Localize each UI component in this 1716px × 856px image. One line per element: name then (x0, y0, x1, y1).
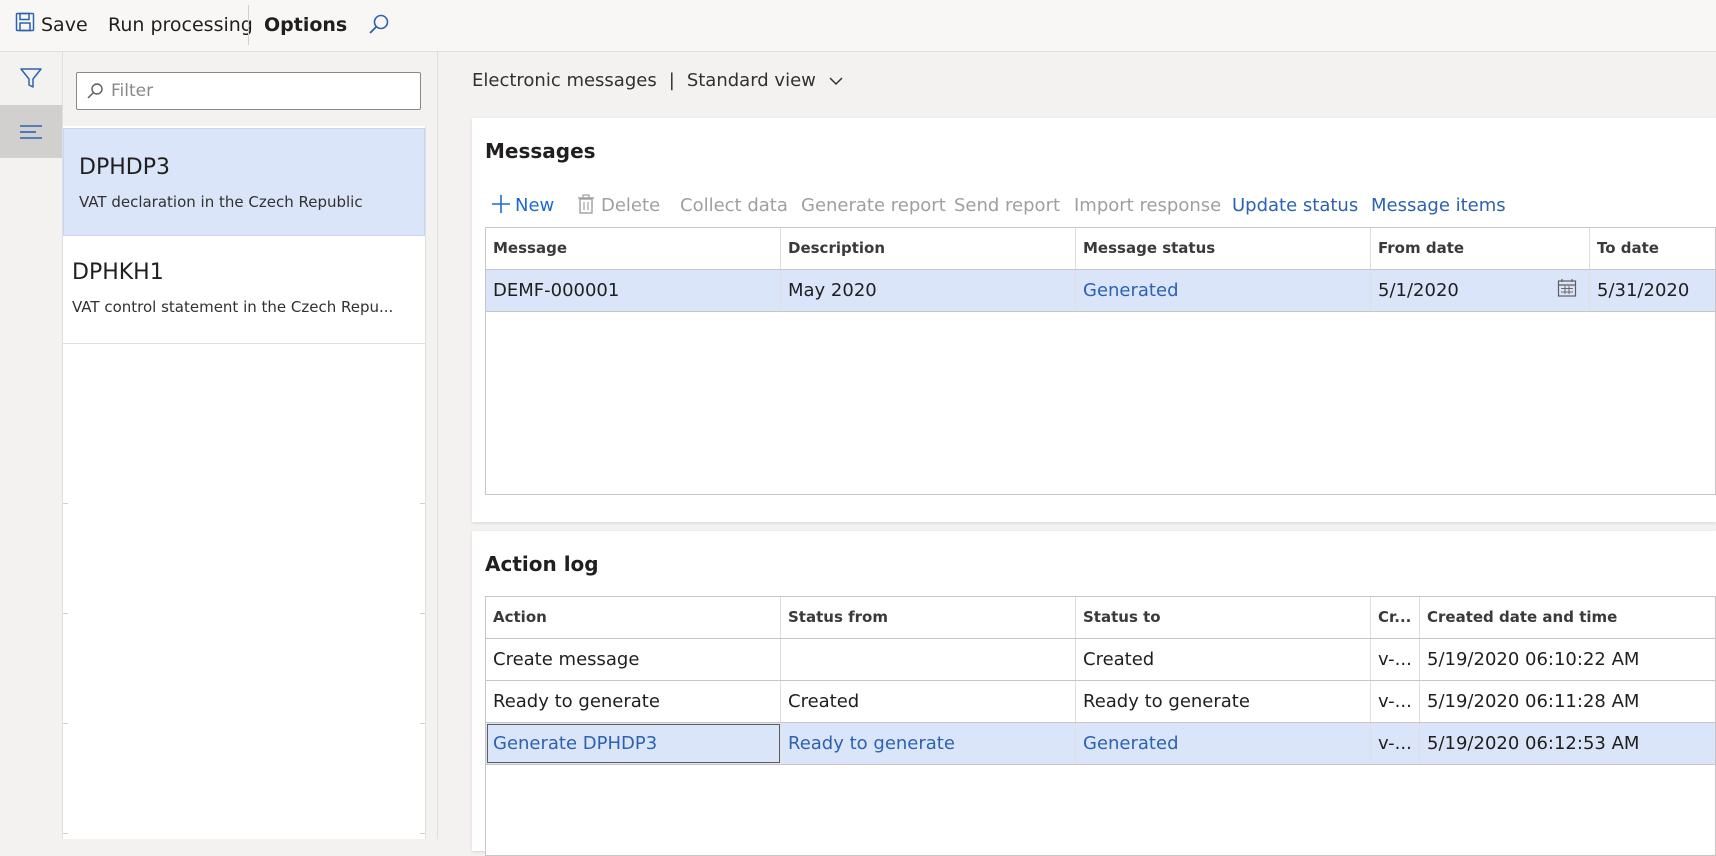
search-icon (87, 83, 103, 99)
nav-strip (0, 52, 63, 839)
created-datetime-cell[interactable]: 5/19/2020 06:12:53 AM (1420, 723, 1716, 764)
save-label: Save (41, 14, 88, 36)
filter-field[interactable] (76, 72, 421, 110)
list-pane: DPHDP3 VAT declaration in the Czech Repu… (63, 52, 438, 839)
filter-icon (20, 68, 42, 88)
divider (420, 613, 425, 614)
view-name: Standard view (686, 70, 816, 91)
action-pane: Save Run processing Options (0, 0, 1716, 52)
created-by-cell[interactable]: v-... (1371, 723, 1420, 764)
message-items-button[interactable]: Message items (1371, 187, 1506, 225)
trash-icon (578, 194, 594, 214)
column-header-message[interactable]: Message (486, 228, 781, 269)
status-cell[interactable]: Generated (1076, 270, 1371, 311)
calendar-icon[interactable] (1557, 278, 1577, 298)
action-cell[interactable]: Ready to generate (486, 681, 781, 722)
generate-report-button[interactable]: Generate report (801, 187, 946, 225)
status-to-cell[interactable]: Created (1076, 639, 1371, 680)
column-header-status-to[interactable]: Status to (1076, 597, 1371, 638)
chevron-down-icon (829, 77, 843, 86)
divider (63, 833, 68, 834)
collect-data-button[interactable]: Collect data (680, 187, 788, 225)
status-from-cell[interactable]: Ready to generate (781, 723, 1076, 764)
status-to-cell[interactable]: Ready to generate (1076, 681, 1371, 722)
list-pane-button[interactable] (0, 105, 62, 158)
from-date-cell[interactable]: 5/1/2020 (1371, 270, 1590, 311)
column-header-created-by[interactable]: Cr... (1371, 597, 1420, 638)
grid-header: Message Description Message status From … (486, 228, 1715, 269)
column-header-to-date[interactable]: To date (1590, 228, 1716, 269)
action-cell[interactable]: Generate DPHDP3 (486, 723, 781, 764)
column-header-from-date[interactable]: From date (1371, 228, 1590, 269)
new-label: New (515, 195, 555, 216)
delete-button[interactable]: Delete (577, 187, 660, 225)
delete-label: Delete (601, 195, 661, 216)
created-datetime-cell[interactable]: 5/19/2020 06:10:22 AM (1420, 639, 1716, 680)
action-cell[interactable]: Create message (486, 639, 781, 680)
column-header-created-datetime[interactable]: Created date and time (1420, 597, 1716, 638)
list-items: DPHDP3 VAT declaration in the Czech Repu… (63, 126, 426, 839)
list-item-title: DPHKH1 (72, 260, 164, 285)
column-header-status-from[interactable]: Status from (781, 597, 1076, 638)
search-icon (369, 14, 389, 34)
filter-input[interactable] (111, 73, 411, 109)
column-header-status[interactable]: Message status (1076, 228, 1371, 269)
send-report-button[interactable]: Send report (954, 187, 1060, 225)
divider (420, 833, 425, 834)
divider (486, 311, 1715, 312)
options-tab[interactable]: Options (264, 0, 347, 51)
description-cell[interactable]: May 2020 (781, 270, 1076, 311)
breadcrumb-separator: | (668, 70, 675, 91)
created-datetime-cell[interactable]: 5/19/2020 06:11:28 AM (1420, 681, 1716, 722)
save-icon (15, 12, 35, 32)
action-log-title: Action log (485, 552, 599, 576)
column-header-action[interactable]: Action (486, 597, 781, 638)
list-item-dphdp3[interactable]: DPHDP3 VAT declaration in the Czech Repu… (63, 128, 425, 236)
search-button[interactable] (366, 0, 392, 51)
divider (63, 613, 68, 614)
message-cell[interactable]: DEMF-000001 (486, 270, 781, 311)
new-button[interactable]: New (491, 187, 554, 225)
table-row[interactable]: DEMF-000001 May 2020 Generated 5/1/2020 … (486, 270, 1715, 311)
list-item-dphkh1[interactable]: DPHKH1 VAT control statement in the Czec… (63, 236, 425, 344)
action-log-grid: Action Status from Status to Cr... Creat… (485, 596, 1716, 856)
run-processing-button[interactable]: Run processing (108, 0, 253, 51)
status-to-cell[interactable]: Generated (1076, 723, 1371, 764)
messages-grid: Message Description Message status From … (485, 227, 1716, 495)
created-by-cell[interactable]: v-... (1371, 681, 1420, 722)
column-header-description[interactable]: Description (781, 228, 1076, 269)
view-selector[interactable]: Standard view (687, 70, 844, 91)
update-status-button[interactable]: Update status (1232, 187, 1358, 225)
filter-pane-button[interactable] (0, 52, 62, 105)
created-by-cell[interactable]: v-... (1371, 639, 1420, 680)
messages-toolbar: New Delete Collect data Generate report … (471, 187, 1716, 225)
status-from-cell[interactable]: Created (781, 681, 1076, 722)
page-title: Electronic messages (472, 70, 657, 91)
table-row[interactable]: Ready to generate Created Ready to gener… (486, 681, 1715, 722)
status-from-cell[interactable] (781, 639, 1076, 680)
breadcrumb: Electronic messages | Standard view (472, 70, 844, 91)
table-row[interactable]: Generate DPHDP3 Ready to generate Genera… (486, 723, 1715, 764)
grid-header: Action Status from Status to Cr... Creat… (486, 597, 1715, 638)
toolbar-divider (248, 5, 249, 45)
to-date-cell[interactable]: 5/31/2020 (1590, 270, 1716, 311)
table-row[interactable]: Create message Created v-... 5/19/2020 0… (486, 639, 1715, 680)
divider (63, 723, 68, 724)
from-date-value: 5/1/2020 (1378, 280, 1459, 301)
divider (63, 503, 68, 504)
messages-title: Messages (485, 139, 596, 163)
list-item-title: DPHDP3 (79, 155, 170, 180)
divider (420, 723, 425, 724)
list-item-subtitle: VAT control statement in the Czech Repu.… (72, 298, 394, 316)
list-icon (20, 125, 42, 139)
plus-icon (492, 195, 510, 213)
divider (486, 764, 1715, 765)
divider (420, 503, 425, 504)
import-response-button[interactable]: Import response (1074, 187, 1221, 225)
list-item-subtitle: VAT declaration in the Czech Republic (79, 193, 363, 211)
